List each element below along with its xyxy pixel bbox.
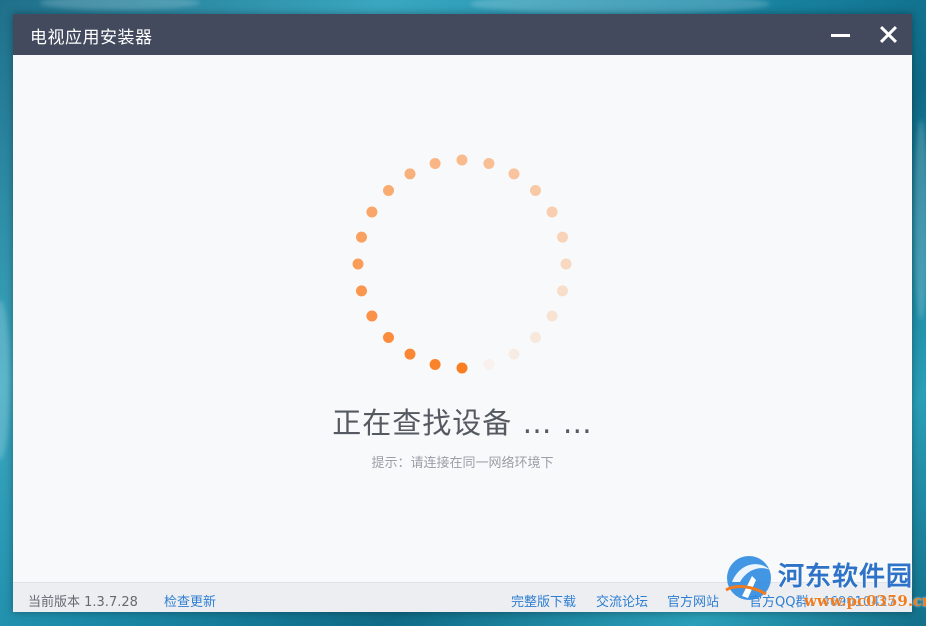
loading-spinner-icon: [352, 154, 572, 374]
spinner-dot: [429, 158, 441, 169]
spinner-dot: [404, 348, 416, 360]
spinner-dot: [356, 285, 367, 297]
spinner-dot: [508, 348, 520, 360]
spinner-dot: [508, 168, 520, 180]
desktop-background-highlight: [914, 120, 926, 320]
window-title: 电视应用安装器: [30, 28, 153, 48]
spinner-dot: [557, 231, 568, 243]
spinner-dot: [429, 359, 441, 370]
spinner-dot: [557, 285, 568, 297]
main-content: 正在查找设备 … … 提示：请连接在同一网络环境下: [13, 55, 912, 582]
close-button[interactable]: [873, 20, 905, 50]
version-label: 当前版本 1.3.7.28: [28, 595, 138, 610]
spinner-dot: [383, 332, 394, 343]
desktop-background-highlight: [0, 300, 10, 460]
website-link[interactable]: 官方网站: [667, 591, 719, 610]
footer-bar: 当前版本 1.3.7.28 检查更新 完整版下载 交流论坛 官方网站 官方QQ群…: [13, 582, 912, 612]
spinner-dot: [530, 332, 541, 343]
spinner-dot: [456, 154, 468, 166]
desktop-background-highlight: [470, 0, 770, 14]
spinner-dot: [530, 185, 541, 196]
spinner-dot: [546, 206, 558, 218]
desktop-background-highlight: [40, 0, 200, 10]
qq-group-link[interactable]: 官方QQ群：469010427: [749, 591, 896, 610]
spinner-dot: [404, 168, 416, 180]
check-update-link[interactable]: 检查更新: [164, 591, 216, 610]
spinner-dot: [356, 231, 367, 243]
spinner-dot: [366, 206, 378, 218]
spinner-dot: [383, 185, 394, 196]
spinner-dot: [560, 258, 572, 270]
minimize-icon: [831, 34, 850, 37]
spinner-dot: [546, 310, 558, 322]
minimize-button[interactable]: [825, 20, 857, 50]
spinner-dot: [483, 158, 495, 169]
spinner-dot: [352, 258, 364, 270]
hint-text: 提示：请连接在同一网络环境下: [371, 456, 554, 471]
forum-link[interactable]: 交流论坛: [596, 591, 648, 610]
title-bar[interactable]: 电视应用安装器: [13, 14, 912, 55]
app-window: 电视应用安装器 正在查找设备 … … 提示：请连接在同一网络环境下 当前版本 1…: [13, 14, 912, 612]
spinner-dot: [366, 310, 378, 322]
spinner-dot: [456, 362, 468, 374]
status-text: 正在查找设备 … …: [332, 406, 593, 440]
spinner-dot: [483, 359, 495, 370]
full-download-link[interactable]: 完整版下载: [511, 591, 576, 610]
